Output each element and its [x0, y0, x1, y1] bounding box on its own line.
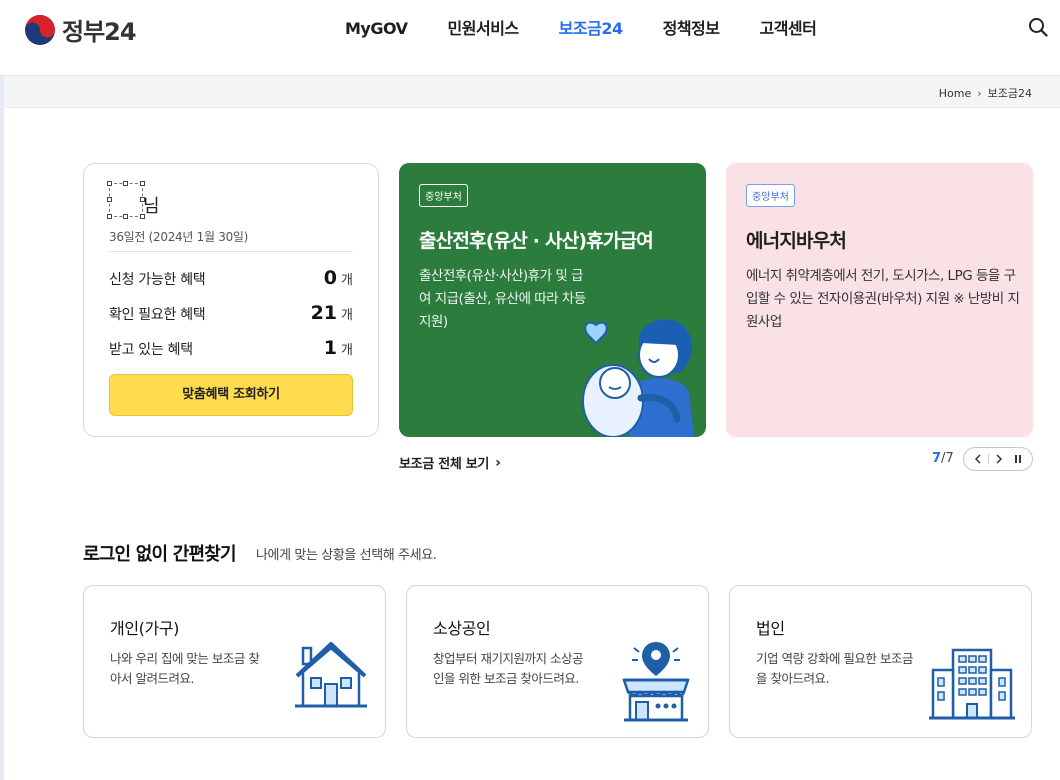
last-check-date: 36일전 (2024년 1월 30일): [109, 230, 249, 244]
pause-slide-button[interactable]: [1009, 450, 1027, 468]
next-slide-button[interactable]: [990, 450, 1008, 468]
card-title: 법인: [756, 619, 785, 638]
user-name: 님: [107, 181, 160, 219]
user-benefit-card: 님 36일전 (2024년 1월 30일) 신청 가능한 혜택 0개 확인 필요…: [83, 163, 379, 437]
store-icon: [622, 642, 690, 722]
pause-icon: [1015, 455, 1022, 463]
stat-value: 21: [310, 302, 338, 324]
card-title: 개인(가구): [110, 619, 179, 638]
category-badge: 중앙부처: [746, 184, 795, 207]
chevron-right-icon: ›: [495, 454, 501, 471]
slide-energy-voucher[interactable]: 중앙부처 에너지바우처 에너지 취약계층에서 전기, 도시가스, LPG 등을 …: [726, 163, 1033, 437]
building-icon: [929, 648, 1015, 720]
mother-baby-illustration-icon: [582, 319, 694, 437]
prev-slide-button[interactable]: [969, 450, 987, 468]
stat-label: 신청 가능한 혜택: [109, 272, 206, 288]
logo-text: 정부24: [62, 18, 137, 46]
left-edge-rule: [0, 0, 4, 780]
quick-find-subtitle: 나에게 맞는 상황을 선택해 주세요.: [256, 548, 437, 563]
slide-pager: 7/7: [932, 451, 954, 466]
nav-item-civil-service[interactable]: 민원서비스: [428, 18, 539, 40]
card-description: 기업 역량 강화에 필요한 보조금을 찾아드려요.: [756, 651, 913, 686]
quick-find-card-individual[interactable]: 개인(가구) 나와 우리 집에 맞는 보조금 찾아서 알려드려요.: [83, 585, 386, 738]
pager-total: 7: [945, 451, 954, 466]
nav-item-mygov[interactable]: MyGOV: [325, 18, 428, 40]
nav-item-subsidy24[interactable]: 보조금24: [539, 18, 643, 40]
search-icon: [1029, 18, 1048, 37]
card-description: 창업부터 재기지원까지 소상공인을 위한 보조금 찾아드려요.: [433, 651, 583, 686]
logo[interactable]: 정부24: [24, 12, 137, 47]
house-icon: [295, 642, 367, 708]
stat-unit: 개: [341, 273, 353, 288]
breadcrumb-home[interactable]: Home: [939, 87, 971, 100]
pager-current: 7: [932, 451, 942, 466]
divider: [109, 251, 353, 252]
site-header: 정부24 MyGOV 민원서비스 보조금24 정책정보 고객센터: [0, 0, 1060, 76]
quick-find-title: 로그인 없이 간편찾기: [83, 544, 237, 565]
breadcrumb-current: 보조금24: [987, 87, 1032, 100]
slide-description: 출산전후(유산·사산)휴가 및 급여 지급(출산, 유산에 따라 차등지원): [419, 268, 586, 330]
chevron-right-icon: [996, 454, 1003, 464]
stat-value: 1: [323, 337, 338, 359]
stat-label: 확인 필요한 혜택: [109, 307, 206, 323]
breadcrumb-bar: Home › 보조금24: [4, 76, 1060, 108]
chevron-right-icon: ›: [977, 86, 982, 100]
slide-title: 에너지바우처: [746, 230, 847, 252]
stat-unit: 개: [341, 343, 353, 358]
search-button[interactable]: [1028, 17, 1052, 41]
slide-title: 출산전후(유산 · 사산)휴가급여: [419, 230, 654, 252]
stat-row-available[interactable]: 신청 가능한 혜택 0개: [109, 267, 353, 289]
breadcrumb: Home › 보조금24: [939, 85, 1032, 101]
nav-item-policy-info[interactable]: 정책정보: [643, 18, 740, 40]
stat-value: 0: [323, 267, 338, 289]
stat-unit: 개: [341, 308, 353, 323]
nav-item-customer-center[interactable]: 고객센터: [739, 18, 836, 40]
custom-benefit-lookup-button[interactable]: 맞춤혜택 조회하기: [109, 374, 353, 416]
name-suffix: 님: [143, 196, 160, 217]
chevron-left-icon: [974, 454, 981, 464]
main-nav: MyGOV 민원서비스 보조금24 정책정보 고객센터: [325, 18, 836, 40]
taegeuk-logo-icon: [25, 14, 55, 45]
stat-row-receiving[interactable]: 받고 있는 혜택 1개: [109, 337, 353, 359]
card-description: 나와 우리 집에 맞는 보조금 찾아서 알려드려요.: [110, 651, 260, 686]
category-badge: 중앙부처: [419, 184, 468, 207]
all-subsidies-link[interactable]: 보조금 전체 보기 ›: [399, 453, 501, 473]
stat-row-needs-check[interactable]: 확인 필요한 혜택 21 개: [109, 302, 353, 324]
quick-find-card-corporation[interactable]: 법인 기업 역량 강화에 필요한 보조금을 찾아드려요.: [729, 585, 1032, 738]
quick-find-card-small-business[interactable]: 소상공인 창업부터 재기지원까지 소상공인을 위한 보조금 찾아드려요.: [406, 585, 709, 738]
all-subsidies-link-label: 보조금 전체 보기: [399, 457, 490, 472]
slide-maternity-leave[interactable]: 중앙부처 출산전후(유산 · 사산)휴가급여 출산전후(유산·사산)휴가 및 급…: [399, 163, 706, 437]
slide-description: 에너지 취약계층에서 전기, 도시가스, LPG 등을 구입할 수 있는 전자이…: [746, 268, 1020, 330]
name-placeholder-box: [107, 181, 145, 219]
slide-controls: [963, 447, 1033, 471]
divider: [987, 454, 989, 464]
stat-label: 받고 있는 혜택: [109, 342, 193, 358]
card-title: 소상공인: [433, 619, 491, 638]
